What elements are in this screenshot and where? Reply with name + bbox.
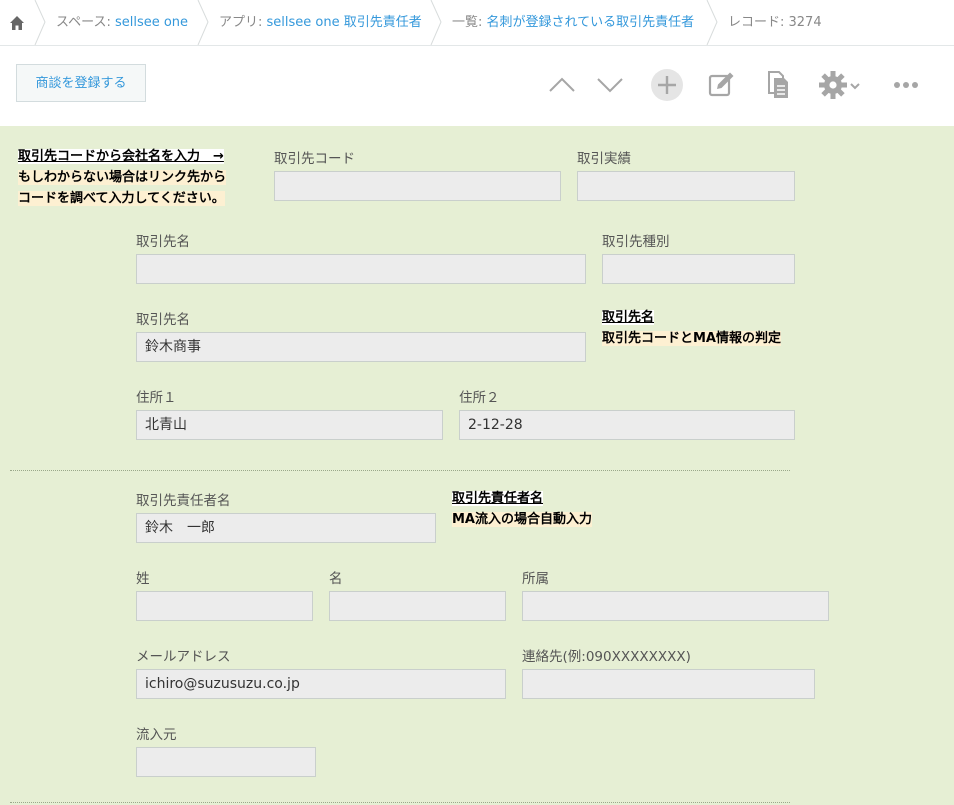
trade-record-field[interactable]: [577, 171, 795, 201]
affiliation-label: 所属: [522, 571, 549, 587]
breadcrumb-app[interactable]: アプリ: sellsee one 取引先責任者: [219, 0, 422, 45]
chevron-up-icon[interactable]: [544, 67, 580, 103]
breadcrumb-separator: [430, 0, 442, 45]
client-name2-field[interactable]: 鈴木商事: [136, 332, 586, 362]
client-name2-label: 取引先名: [136, 312, 190, 328]
note-client-code-line3: コードを調べて入力してください。: [18, 191, 225, 206]
home-icon[interactable]: [9, 15, 25, 31]
address1-label: 住所１: [136, 390, 177, 406]
breadcrumb-separator: [197, 0, 209, 45]
note-client-name-line2: 取引先コードとMA情報の判定: [602, 331, 781, 346]
note-contact-name-line2: MA流入の場合自動入力: [452, 512, 592, 527]
breadcrumb-list-link[interactable]: 名刺が登録されている取引先責任者: [487, 15, 695, 30]
note-client-name-line1: 取引先名: [602, 310, 655, 325]
gear-dropdown-caret-icon[interactable]: [846, 67, 864, 103]
more-options-icon[interactable]: [888, 67, 924, 103]
record-toolbar: 商談を登録する: [0, 46, 954, 126]
register-deal-button[interactable]: 商談を登録する: [16, 64, 146, 102]
breadcrumb-separator: [706, 0, 718, 45]
breadcrumb-list[interactable]: 一覧: 名刺が登録されている取引先責任者: [452, 0, 694, 45]
note-client-code-line1: 取引先コードから会社名を入力 →: [18, 149, 224, 164]
last-name-field[interactable]: [136, 591, 313, 621]
note-client-code-line2: もしわからない場合はリンク先から: [18, 170, 227, 185]
duplicate-icon[interactable]: [760, 67, 796, 103]
breadcrumb-space-link[interactable]: sellsee one: [115, 15, 188, 30]
section-divider: [10, 470, 790, 471]
section-divider: [10, 802, 790, 803]
note-contact-name-line1: 取引先責任者名: [452, 491, 544, 506]
email-label: メールアドレス: [136, 649, 231, 665]
client-code-label: 取引先コード: [274, 151, 355, 167]
trade-record-label: 取引実績: [577, 151, 631, 167]
note-client-name: 取引先名 取引先コードとMA情報の判定: [602, 307, 781, 349]
first-name-field[interactable]: [329, 591, 506, 621]
last-name-label: 姓: [136, 571, 150, 587]
client-type-label: 取引先種別: [602, 234, 670, 250]
address1-field[interactable]: 北青山: [136, 410, 443, 440]
breadcrumb-app-prefix: アプリ:: [219, 15, 267, 30]
client-code-field[interactable]: [274, 171, 561, 201]
breadcrumb-separator: [34, 0, 46, 45]
phone-label: 連絡先(例:090XXXXXXXX): [522, 649, 691, 665]
address2-label: 住所２: [459, 390, 500, 406]
breadcrumb-space[interactable]: スペース: sellsee one: [56, 0, 188, 45]
breadcrumb-space-prefix: スペース:: [56, 15, 115, 30]
first-name-label: 名: [329, 571, 343, 587]
email-field[interactable]: ichiro@suzusuzu.co.jp: [136, 669, 506, 699]
breadcrumb-list-prefix: 一覧:: [452, 15, 487, 30]
affiliation-field[interactable]: [522, 591, 829, 621]
contact-name-field[interactable]: 鈴木 一郎: [136, 513, 436, 543]
address2-field[interactable]: 2-12-28: [459, 410, 795, 440]
record-form: 取引先コードから会社名を入力 → もしわからない場合はリンク先から コードを調べ…: [0, 126, 954, 805]
source-field[interactable]: [136, 747, 316, 777]
breadcrumb: スペース: sellsee one アプリ: sellsee one 取引先責任…: [0, 0, 954, 46]
breadcrumb-app-link[interactable]: sellsee one 取引先責任者: [267, 15, 422, 30]
client-type-field[interactable]: [602, 254, 795, 284]
contact-name-label: 取引先責任者名: [136, 493, 231, 509]
phone-field[interactable]: [522, 669, 815, 699]
client-name-field[interactable]: [136, 254, 586, 284]
chevron-down-icon[interactable]: [592, 67, 628, 103]
note-contact-name: 取引先責任者名 MA流入の場合自動入力: [452, 488, 592, 530]
source-label: 流入元: [136, 727, 177, 743]
client-name-label: 取引先名: [136, 234, 190, 250]
breadcrumb-record: レコード: 3274: [728, 15, 822, 30]
note-client-code: 取引先コードから会社名を入力 → もしわからない場合はリンク先から コードを調べ…: [18, 146, 227, 209]
add-record-icon[interactable]: [649, 67, 685, 103]
edit-icon[interactable]: [703, 67, 739, 103]
